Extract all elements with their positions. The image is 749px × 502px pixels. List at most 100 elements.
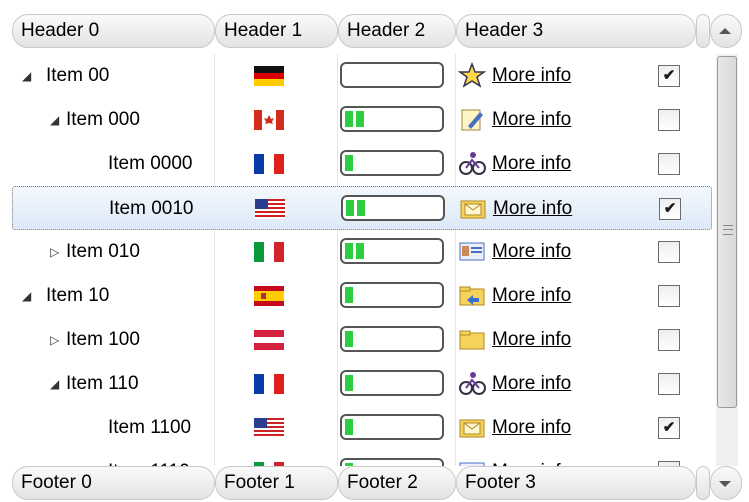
folder-icon [459,330,485,350]
expanded-arrow-icon[interactable]: ◢ [22,274,31,318]
item-label: Item 1110 [108,450,190,466]
table-row[interactable]: ◢ Item 00 More info ✔ [12,54,712,98]
envelope-folder-icon [459,419,485,438]
column-header-filler [696,14,710,48]
table-row[interactable]: ◢ Item 110 More info [12,362,712,406]
column-footer-1: Footer 1 [215,466,338,500]
item-label: Item 010 [66,241,140,262]
cyclist-icon [459,152,486,175]
shared-folder-icon [459,286,485,306]
progress-bar [340,326,444,352]
item-label: Item 100 [66,329,140,350]
more-info-link[interactable]: More info [492,406,571,450]
progress-bar [340,238,444,264]
row-checkbox[interactable]: ✔ [658,65,680,87]
checkmark-icon: ✔ [663,200,677,217]
contact-card-icon [459,462,485,466]
progress-bar [340,414,444,440]
table-row[interactable]: Item 0010 More info ✔ [12,186,712,230]
progress-bar [340,458,444,466]
item-label: Item 00 [46,65,110,86]
spain-flag [254,286,284,306]
rows-container: ◢ Item 00 More info ✔ ◢ Item 000 More info Item… [12,54,712,466]
column-header-2[interactable]: Header 2 [338,14,456,48]
scroll-down-button[interactable] [710,466,742,500]
tree-grid[interactable]: Header 0 Header 1 Header 2 Header 3 ◢ Ite… [12,14,742,500]
more-info-link[interactable]: More info [492,54,571,98]
vertical-scrollbar[interactable] [712,14,742,498]
table-row[interactable]: ◢ Item 000 More info [12,98,712,142]
expanded-arrow-icon[interactable]: ◢ [50,362,59,406]
more-info-link[interactable]: More info [492,98,571,142]
collapsed-arrow-icon[interactable]: ▷ [50,230,59,274]
column-header-1[interactable]: Header 1 [215,14,338,48]
row-checkbox[interactable] [658,153,680,175]
france-flag [254,154,284,174]
column-header-0[interactable]: Header 0 [12,14,215,48]
more-info-link[interactable]: More info [492,142,571,186]
progress-bar [340,370,444,396]
expanded-arrow-icon[interactable]: ◢ [22,54,31,98]
edit-document-icon [461,109,483,131]
progress-bar [340,150,444,176]
item-label: Item 000 [66,109,140,130]
table-row[interactable]: Item 0000 More info [12,142,712,186]
row-checkbox[interactable] [658,241,680,263]
more-info-link[interactable]: More info [492,318,571,362]
progress-segment [345,155,353,171]
progress-segment [356,243,364,259]
row-checkbox[interactable]: ✔ [659,198,681,220]
more-info-link[interactable]: More info [492,274,571,318]
item-label: Item 0000 [108,153,193,174]
table-row[interactable]: ▷ Item 010 More info [12,230,712,274]
progress-segment [356,111,364,127]
item-label: Item 1100 [108,417,192,438]
item-label: Item 10 [46,285,110,306]
column-footer-3: Footer 3 [456,466,696,500]
header-row: Header 0 Header 1 Header 2 Header 3 [12,14,742,48]
grip-icon [723,225,733,235]
column-header-3[interactable]: Header 3 [456,14,696,48]
more-info-link[interactable]: More info [492,230,571,274]
expanded-arrow-icon[interactable]: ◢ [50,98,59,142]
scrollbar-track[interactable] [716,54,738,466]
scrollbar-thumb[interactable] [717,56,737,408]
more-info-link[interactable]: More info [492,450,571,466]
collapsed-arrow-icon[interactable]: ▷ [50,318,59,362]
progress-segment [345,287,353,303]
canada-flag [254,110,284,130]
germany-flag [254,66,284,86]
star-icon [458,62,486,88]
table-row[interactable]: Item 1110 More info [12,450,712,466]
austria-flag [254,330,284,350]
checkmark-icon: ✔ [662,67,676,84]
progress-bar [340,282,444,308]
row-checkbox[interactable] [658,373,680,395]
more-info-link[interactable]: More info [492,362,571,406]
progress-segment [346,200,354,216]
cyclist-icon [459,372,486,395]
table-row[interactable]: ▷ Item 100 More info [12,318,712,362]
column-footer-0: Footer 0 [12,466,215,500]
footer-row: Footer 0 Footer 1 Footer 2 Footer 3 [12,466,742,500]
progress-segment [345,243,353,259]
italy-flag [254,242,284,262]
row-checkbox[interactable] [658,329,680,351]
item-label: Item 0010 [109,198,194,219]
arrow-down-icon [719,481,731,487]
row-checkbox[interactable] [658,285,680,307]
progress-bar [340,106,444,132]
more-info-link[interactable]: More info [493,187,572,231]
france-flag [254,374,284,394]
envelope-folder-icon [460,200,486,219]
column-footer-2: Footer 2 [338,466,456,500]
progress-segment [345,331,353,347]
usa-flag [255,199,285,219]
checkmark-icon: ✔ [662,419,676,436]
row-checkbox[interactable]: ✔ [658,417,680,439]
usa-flag [254,418,284,438]
table-row[interactable]: ◢ Item 10 More info [12,274,712,318]
progress-bar [340,62,444,88]
row-checkbox[interactable] [658,109,680,131]
table-row[interactable]: Item 1100 More info ✔ [12,406,712,450]
